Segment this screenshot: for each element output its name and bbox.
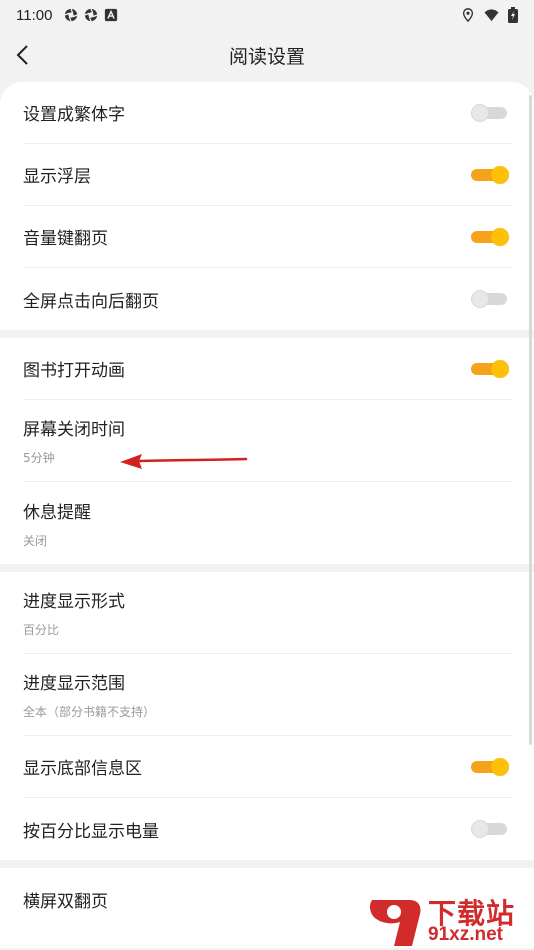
toggle-switch[interactable] <box>471 227 509 246</box>
setting-value: 5分钟 <box>23 451 55 465</box>
toggle-switch[interactable] <box>471 290 509 308</box>
toggle-switch[interactable] <box>471 165 509 184</box>
group-divider <box>0 330 534 338</box>
setting-volume-key-page[interactable]: 音量键翻页 <box>23 206 512 268</box>
setting-value: 百分比 <box>23 623 60 637</box>
setting-screen-off-time[interactable]: 屏幕关闭时间 5分钟 <box>23 400 512 482</box>
setting-value: 关闭 <box>23 533 48 548</box>
setting-progress-range[interactable]: 进度显示范围 全本（部分书籍不支持） <box>23 654 512 736</box>
font-a-icon <box>105 8 118 22</box>
watermark-url: 91xz.net <box>428 924 503 945</box>
setting-book-open-animation[interactable]: 图书打开动画 <box>23 338 512 400</box>
battery-icon <box>508 7 518 23</box>
location-icon <box>462 8 474 22</box>
setting-label: 进度显示范围 <box>23 674 125 694</box>
setting-label: 显示底部信息区 <box>23 759 142 779</box>
status-icons-left <box>64 8 118 22</box>
settings-group-2: 图书打开动画 屏幕关闭时间 5分钟 休息提醒 关闭 <box>0 338 534 564</box>
setting-traditional-chinese[interactable]: 设置成繁体字 <box>23 82 512 144</box>
setting-label: 显示浮层 <box>23 167 91 187</box>
setting-label: 设置成繁体字 <box>23 105 125 125</box>
toggle-switch[interactable] <box>471 103 509 122</box>
toggle-switch[interactable] <box>471 757 509 776</box>
setting-show-overlay[interactable]: 显示浮层 <box>23 144 512 206</box>
group-divider <box>0 564 534 572</box>
toggle-switch[interactable] <box>471 820 509 838</box>
setting-label: 进度显示形式 <box>23 592 125 612</box>
watermark: 下载站 91xz.net <box>364 890 534 950</box>
aperture-icon <box>85 8 98 22</box>
setting-label: 横屏双翻页 <box>23 891 108 912</box>
settings-group-3: 进度显示形式 百分比 进度显示范围 全本（部分书籍不支持） 显示底部信息区 按百… <box>0 572 534 860</box>
setting-label: 按百分比显示电量 <box>23 821 159 842</box>
status-time: 11:00 <box>16 6 53 24</box>
setting-label: 屏幕关闭时间 <box>23 420 125 440</box>
aperture-icon <box>65 8 78 22</box>
setting-show-bottom-info[interactable]: 显示底部信息区 <box>23 736 512 798</box>
setting-label: 全屏点击向后翻页 <box>23 291 159 312</box>
annotation-arrow-icon <box>120 454 248 469</box>
setting-fullscreen-tap-forward[interactable]: 全屏点击向后翻页 <box>23 268 512 330</box>
status-icons-right <box>461 7 518 23</box>
setting-label: 图书打开动画 <box>23 361 125 381</box>
watermark-logo-icon <box>370 900 421 946</box>
scrollbar[interactable] <box>529 95 532 745</box>
page-title: 阅读设置 <box>228 45 305 68</box>
status-bar: 11:00 <box>0 0 534 30</box>
setting-progress-format[interactable]: 进度显示形式 百分比 <box>23 572 512 654</box>
group-divider <box>0 860 534 868</box>
app-header: 阅读设置 <box>0 30 534 80</box>
setting-label: 休息提醒 <box>23 502 91 523</box>
setting-battery-percent[interactable]: 按百分比显示电量 <box>23 798 512 860</box>
settings-group-1: 设置成繁体字 显示浮层 音量键翻页 全屏点击向后翻页 <box>0 82 534 330</box>
settings-list[interactable]: 设置成繁体字 显示浮层 音量键翻页 全屏点击向后翻页 图书打开动画 屏幕关闭时间… <box>0 82 534 950</box>
setting-value: 全本（部分书籍不支持） <box>23 705 156 719</box>
setting-rest-reminder[interactable]: 休息提醒 关闭 <box>23 482 512 564</box>
chevron-left-icon <box>16 45 28 65</box>
wifi-icon <box>484 9 499 22</box>
back-button[interactable] <box>8 38 38 72</box>
toggle-switch[interactable] <box>471 359 509 378</box>
setting-label: 音量键翻页 <box>23 229 108 249</box>
